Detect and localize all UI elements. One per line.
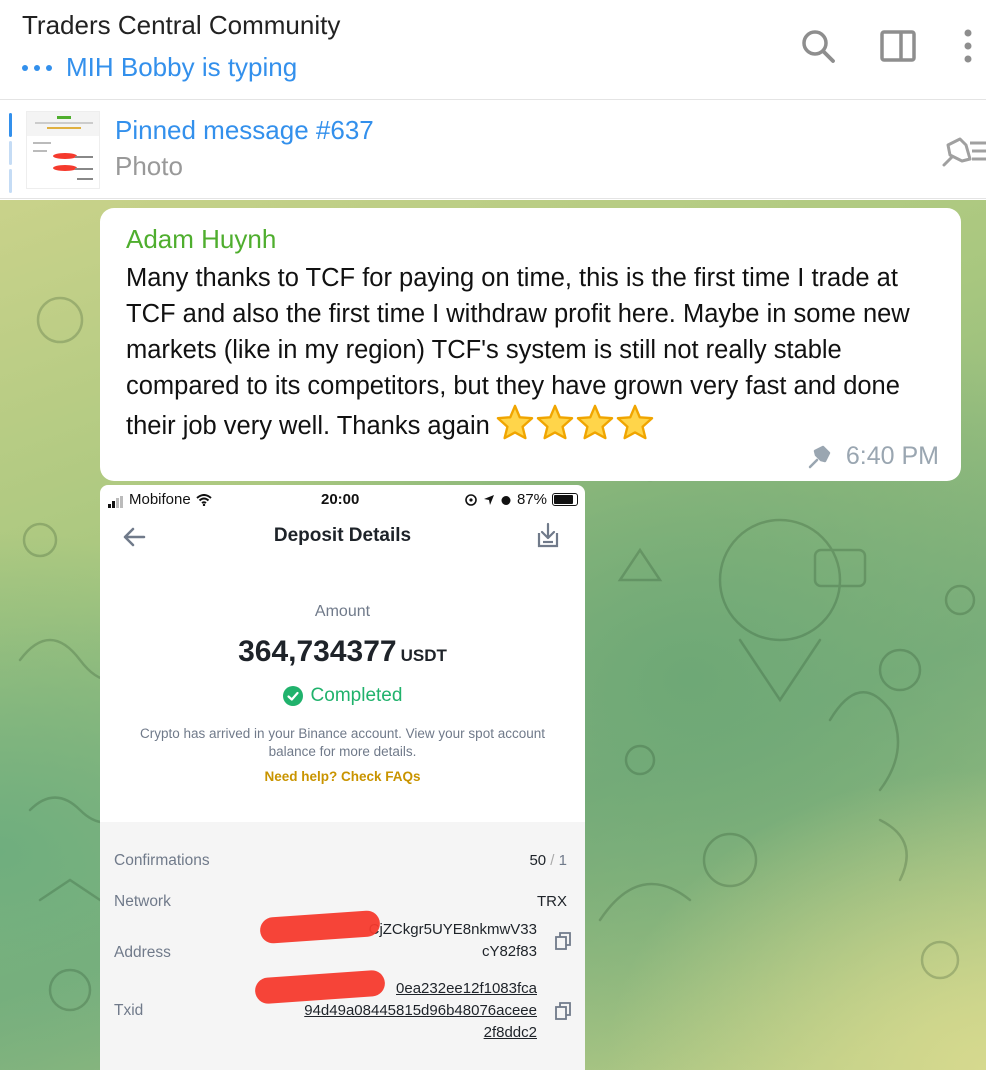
message-photo[interactable]: Mobifone 20:00 87% Deposit Details Amoun…	[100, 485, 585, 1070]
chat-title[interactable]: Traders Central Community	[22, 10, 340, 41]
address-redaction	[259, 909, 381, 945]
amount-unit: USDT	[400, 646, 447, 665]
battery-icon	[552, 493, 579, 506]
pinned-index-indicator	[9, 113, 12, 193]
message-text: Many thanks to TCF for paying on time, t…	[126, 260, 941, 444]
message-time: 6:40 PM	[845, 442, 939, 470]
txid-line: 2f8ddc2	[483, 1024, 537, 1041]
amount-label: Amount	[314, 603, 371, 620]
pin-list-icon[interactable]	[938, 133, 986, 169]
status-completed: Completed	[100, 685, 585, 707]
download-icon[interactable]	[536, 521, 560, 549]
lock-rotation-icon	[465, 493, 477, 506]
more-vertical-icon[interactable]	[950, 28, 986, 64]
network-value: TRX	[537, 893, 567, 910]
wifi-icon	[196, 493, 212, 506]
status-bar-right: 87%	[464, 491, 579, 508]
typing-text: MIH Bobby is typing	[66, 52, 298, 82]
battery-percent: 87%	[517, 491, 548, 508]
confirmations-required: 1	[558, 852, 567, 869]
signal-icon	[108, 491, 124, 508]
message-bubble[interactable]: Adam Huynh Many thanks to TCF for paying…	[100, 208, 961, 481]
status-bar-time: 20:00	[321, 491, 360, 508]
copy-address-icon[interactable]	[555, 932, 571, 950]
deposit-details-list: Confirmations 50 / 1 Network TRX Address…	[100, 822, 585, 1070]
pinned-subtitle: Photo	[115, 151, 183, 181]
address-label: Address	[114, 944, 171, 961]
amount-value: 364,734377 USDT	[100, 635, 585, 669]
alarm-icon	[501, 495, 511, 505]
txid-line: 94d49a08445815d96b48076aceee	[304, 1002, 537, 1019]
deposit-details-title: Deposit Details	[273, 525, 412, 546]
address-value: CjZCkgr5UYE8nkmwV33 cY82f83	[369, 919, 537, 963]
confirmations-separator: /	[546, 852, 559, 869]
star-icon	[616, 404, 654, 440]
carrier-name: Mobifone	[129, 491, 191, 508]
pinned-message-bar[interactable]: Pinned message #637 Photo	[0, 101, 986, 199]
pinned-icon	[808, 445, 831, 468]
check-circle-icon	[282, 686, 303, 706]
pinned-title[interactable]: Pinned message #637	[115, 115, 374, 146]
network-label: Network	[114, 893, 171, 910]
deposit-description: Crypto has arrived in your Binance accou…	[140, 726, 545, 759]
help-faq-link[interactable]: Need help? Check FAQs	[100, 769, 585, 784]
typing-indicator: MIH Bobby is typing	[22, 52, 297, 83]
search-icon[interactable]	[800, 28, 836, 64]
chat-header: Traders Central Community MIH Bobby is t…	[0, 0, 986, 100]
amount-number: 364,734377	[238, 635, 397, 668]
address-line: cY82f83	[481, 943, 537, 960]
status-text: Completed	[310, 685, 403, 706]
message-meta: 6:40 PM	[806, 442, 939, 471]
copy-txid-icon[interactable]	[555, 1002, 571, 1020]
typing-dots-icon	[22, 64, 52, 71]
star-icon	[536, 404, 574, 440]
status-bar-carrier: Mobifone	[108, 491, 212, 508]
pinned-photo-thumbnail	[26, 111, 100, 189]
location-icon	[484, 494, 494, 505]
txid-label: Txid	[114, 1002, 144, 1019]
message-sender[interactable]: Adam Huynh	[126, 224, 276, 255]
confirmations-count: 50	[529, 852, 547, 869]
star-icon	[576, 404, 614, 440]
confirmations-label: Confirmations	[114, 852, 210, 869]
confirmations-value: 50 / 1	[529, 852, 567, 869]
star-icon	[496, 404, 534, 440]
address-line: CjZCkgr5UYE8nkmwV33	[368, 921, 537, 938]
sidebar-toggle-icon[interactable]	[880, 28, 916, 64]
star-emojis	[496, 404, 654, 440]
